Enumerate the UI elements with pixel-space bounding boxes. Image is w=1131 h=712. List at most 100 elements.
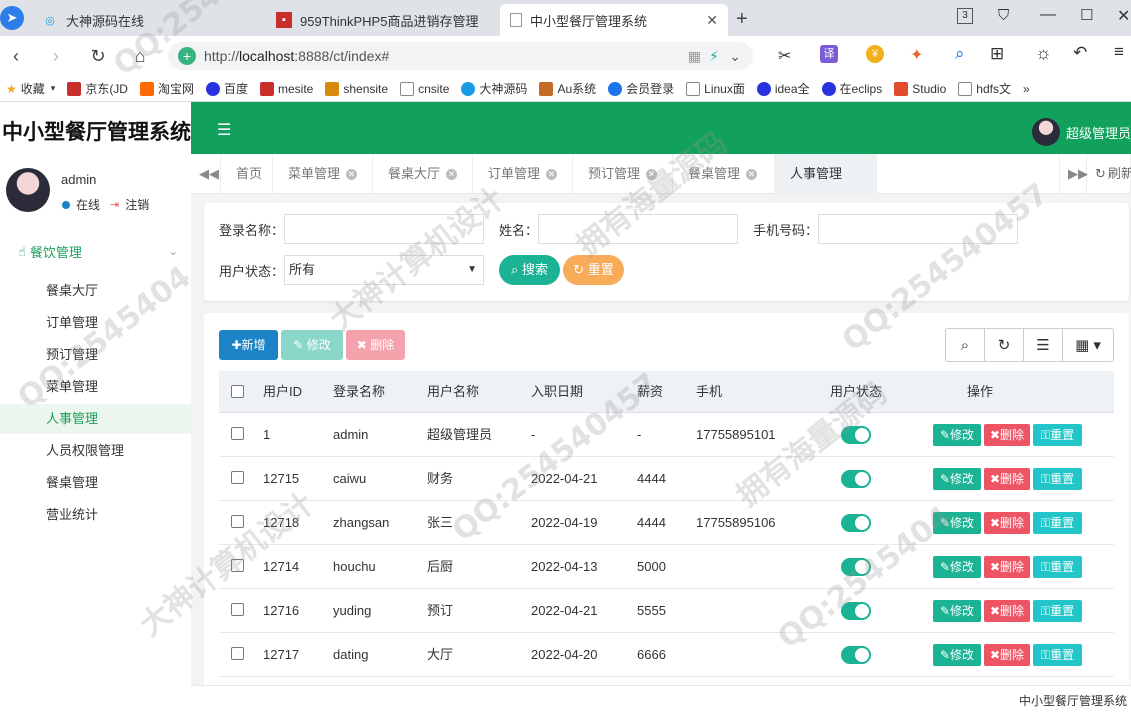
delete-row-button[interactable]: ✖删除 <box>984 468 1030 490</box>
back-icon[interactable]: ‹ <box>2 42 30 70</box>
sidebar-item-personnel[interactable]: 人事管理 <box>0 404 191 434</box>
list-icon[interactable]: ☰ <box>1023 328 1063 362</box>
delete-row-button[interactable]: ✖删除 <box>984 512 1030 534</box>
site-info-icon[interactable]: + <box>178 47 196 65</box>
bookmark-item[interactable]: 大神源码 <box>461 80 527 97</box>
hamburger-icon[interactable]: ☰ <box>217 120 231 140</box>
bookmark-item[interactable]: 百度 <box>206 80 248 97</box>
edit-row-button[interactable]: ✎修改 <box>933 644 981 666</box>
browser-tab-2[interactable]: 中小型餐厅管理系统 ✕ <box>500 4 728 36</box>
delete-row-button[interactable]: ✖删除 <box>984 600 1030 622</box>
status-select[interactable]: 所有 ▼ <box>284 255 484 285</box>
bookmark-item[interactable]: Au系统 <box>539 80 596 97</box>
game-icon[interactable]: ✦ <box>910 45 923 65</box>
bookmark-item[interactable]: 淘宝网 <box>139 80 194 97</box>
page-tab-orders[interactable]: 订单管理 ✕ <box>473 154 573 194</box>
undo-icon[interactable]: ↶ <box>1073 43 1087 63</box>
minimize-icon[interactable]: — <box>1040 6 1056 24</box>
page-tab-home[interactable]: 首页 <box>221 154 273 194</box>
edit-row-button[interactable]: ✎修改 <box>933 424 981 446</box>
lightning-icon[interactable]: ⚡ <box>709 48 719 65</box>
reset-button[interactable]: ↻ 重置 <box>563 255 624 285</box>
url-field[interactable]: + http://localhost:8888/ct/index# ▦ ⚡ ⌄ <box>168 42 753 70</box>
page-tab-menu[interactable]: 菜单管理 ✕ <box>273 154 373 194</box>
col-user-id[interactable]: 用户ID <box>263 371 302 413</box>
delete-row-button[interactable]: ✖删除 <box>984 556 1030 578</box>
sidebar-item-reservations[interactable]: 预订管理 <box>0 340 191 370</box>
brightness-icon[interactable]: ☼ <box>1035 43 1052 64</box>
status-toggle[interactable] <box>841 514 871 532</box>
col-user-status[interactable]: 用户状态 <box>830 371 882 413</box>
search-icon[interactable]: ⌕ <box>955 44 965 64</box>
delete-row-button[interactable]: ✖删除 <box>984 644 1030 666</box>
name-input[interactable] <box>538 214 738 244</box>
apps-icon[interactable]: ⊞ <box>990 44 1004 64</box>
status-toggle[interactable] <box>841 646 871 664</box>
row-checkbox[interactable] <box>231 603 244 616</box>
add-button[interactable]: ✚新增 <box>219 330 278 360</box>
reset-row-button[interactable]: ⚿重置 <box>1033 644 1082 666</box>
status-toggle[interactable] <box>841 470 871 488</box>
edit-row-button[interactable]: ✎修改 <box>933 600 981 622</box>
menu-icon[interactable]: ≡ <box>1114 42 1124 62</box>
col-salary[interactable]: 薪资 <box>637 371 663 413</box>
bookmark-item[interactable]: cnsite <box>400 81 449 96</box>
page-tab-personnel[interactable]: 人事管理 <box>775 154 877 194</box>
home-icon[interactable]: ⌂ <box>126 42 154 70</box>
tabs-scroll-left-icon[interactable]: ◀◀ <box>191 154 221 194</box>
sidebar-item-statistics[interactable]: 营业统计 <box>0 500 191 530</box>
bookmark-item[interactable]: 在eclips <box>821 80 882 97</box>
reset-row-button[interactable]: ⚿重置 <box>1033 600 1082 622</box>
edit-button[interactable]: ✎ 修改 <box>281 330 343 360</box>
reset-row-button[interactable]: ⚿重置 <box>1033 424 1082 446</box>
tabs-scroll-right-icon[interactable]: ▶▶ <box>1059 154 1088 194</box>
bookmark-item[interactable]: hdfs文 <box>958 80 1011 97</box>
col-user-name[interactable]: 用户名称 <box>427 371 479 413</box>
reset-row-button[interactable]: ⚿重置 <box>1033 512 1082 534</box>
status-toggle[interactable] <box>841 558 871 576</box>
login-name-input[interactable] <box>284 214 484 244</box>
logout-link[interactable]: 注销 <box>125 196 149 213</box>
refresh-icon[interactable]: ↻ <box>984 328 1024 362</box>
qr-icon[interactable]: ▦ <box>688 48 701 65</box>
browser-tab-1[interactable]: ▪ 959ThinkPHP5商品进销存管理 <box>266 4 498 36</box>
bookmark-item[interactable]: mesite <box>260 81 313 96</box>
delete-button[interactable]: ✖ 删除 <box>346 330 405 360</box>
sidebar-item-dining-hall[interactable]: 餐桌大厅 <box>0 276 191 306</box>
bookmark-item[interactable]: idea全 <box>756 80 810 97</box>
tab-counter[interactable]: 3 <box>957 8 973 24</box>
search-button[interactable]: ⌕ 搜索 <box>499 255 560 285</box>
bookmark-favorites[interactable]: ★ 收藏 ▾ <box>6 80 55 97</box>
edit-row-button[interactable]: ✎修改 <box>933 512 981 534</box>
bookmark-item[interactable]: 京东(JD <box>67 80 128 97</box>
page-tab-tables[interactable]: 餐桌管理 ✕ <box>673 154 775 194</box>
close-window-icon[interactable]: ✕ <box>1117 6 1130 26</box>
reset-row-button[interactable]: ⚿重置 <box>1033 556 1082 578</box>
row-checkbox[interactable] <box>231 515 244 528</box>
page-tab-dining-hall[interactable]: 餐桌大厅 ✕ <box>373 154 473 194</box>
maximize-icon[interactable]: ☐ <box>1080 6 1093 24</box>
refresh-tab-button[interactable]: ↻ 刷新 <box>1087 154 1131 194</box>
row-checkbox[interactable] <box>231 559 244 572</box>
phone-input[interactable] <box>818 214 1018 244</box>
coupon-icon[interactable]: ¥ <box>866 45 884 63</box>
sidebar-item-permissions[interactable]: 人员权限管理 <box>0 436 191 466</box>
columns-icon[interactable]: ▦ ▾ <box>1062 328 1114 362</box>
sidebar-item-orders[interactable]: 订单管理 <box>0 308 191 338</box>
scissors-icon[interactable]: ✂ <box>778 46 791 66</box>
row-checkbox[interactable] <box>231 647 244 660</box>
new-tab-button[interactable]: + <box>736 8 748 31</box>
page-tab-reservations[interactable]: 预订管理 ✕ <box>573 154 673 194</box>
row-checkbox[interactable] <box>231 427 244 440</box>
reload-icon[interactable]: ↻ <box>84 42 112 70</box>
search-toggle-icon[interactable]: ⌕ <box>945 328 985 362</box>
delete-row-button[interactable]: ✖删除 <box>984 424 1030 446</box>
bookmark-item[interactable]: shensite <box>325 81 388 96</box>
col-login-name[interactable]: 登录名称 <box>333 371 385 413</box>
top-user-menu[interactable]: 超级管理员 <box>1031 118 1131 146</box>
bookmarks-more[interactable]: » <box>1023 82 1030 96</box>
select-all-checkbox[interactable] <box>231 385 244 398</box>
sidebar-item-tables[interactable]: 餐桌管理 <box>0 468 191 498</box>
bookmark-item[interactable]: Linux面 <box>686 80 745 97</box>
status-toggle[interactable] <box>841 426 871 444</box>
